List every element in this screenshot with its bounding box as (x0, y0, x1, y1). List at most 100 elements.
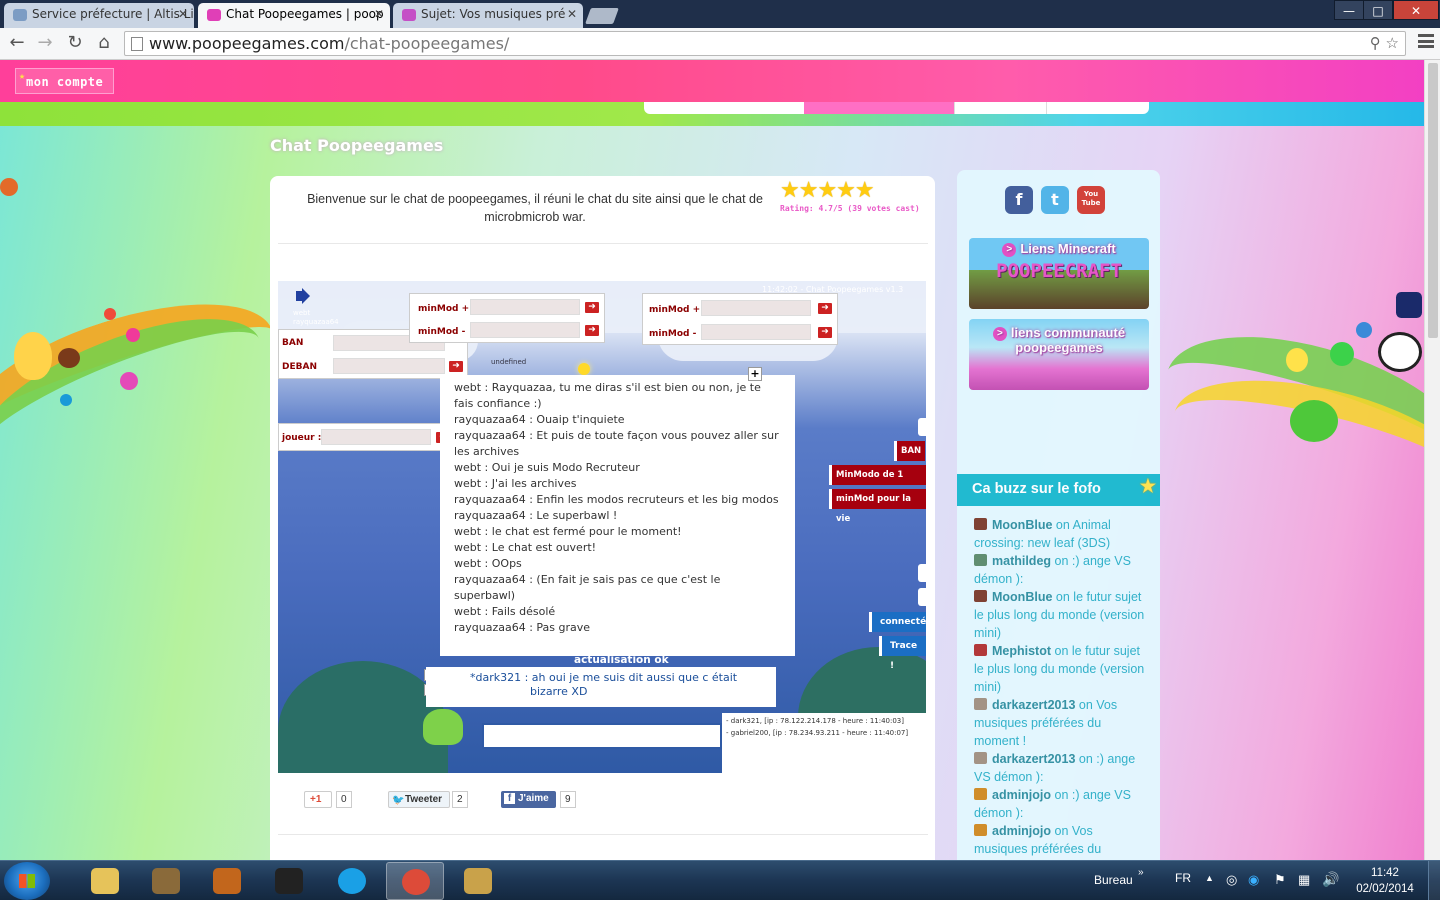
taskbar-app-explorer[interactable] (76, 862, 134, 900)
site-nav (644, 102, 1149, 114)
poopeecraft-logo: POOPEECRAFT (996, 260, 1122, 282)
minmod-plus-go-button[interactable]: ➜ (585, 302, 599, 313)
tab-chat-poopeegames[interactable]: Chat Poopeegames | poop ✕ (198, 3, 390, 28)
buzz-item[interactable]: mathildeg on :) ange VS démon ): (974, 552, 1146, 588)
chat-message: rayquazaa64 : Et puis de toute façon vou… (454, 429, 779, 458)
taskbar-app-skype[interactable] (323, 862, 381, 900)
reload-icon[interactable]: ↻ (64, 32, 86, 54)
network-icon[interactable]: ▦ (1298, 872, 1310, 888)
youtube-icon[interactable]: You Tube (1077, 186, 1105, 214)
bureau-toolbar[interactable]: Bureau (1094, 873, 1133, 887)
buzz-user[interactable]: adminjojo (992, 788, 1051, 802)
joueur-input[interactable] (321, 429, 431, 445)
maximize-button[interactable]: □ (1363, 0, 1393, 20)
deban-go-button[interactable]: ➜ (449, 361, 463, 372)
rating-stars-icon[interactable]: ★★★★★ (780, 178, 930, 203)
rating-widget[interactable]: ★★★★★ Rating: 4.7/5 (39 votes cast) (780, 178, 930, 213)
close-window-button[interactable]: ✕ (1393, 0, 1439, 20)
tray-app-icon[interactable]: ◉ (1248, 872, 1259, 888)
start-button[interactable] (4, 862, 50, 900)
tray-app-icon[interactable]: ◎ (1226, 872, 1237, 888)
intro-text: Bienvenue sur le chat de poopeegames, il… (307, 192, 763, 224)
minmod-minus-input[interactable] (701, 324, 811, 340)
side-tab[interactable] (918, 564, 926, 582)
taskbar-app-arma[interactable] (260, 862, 318, 900)
minmod-minus-input[interactable] (470, 322, 580, 338)
tweet-button[interactable]: 🐦 Tweeter (388, 791, 450, 808)
user-avatar-icon (974, 590, 987, 602)
forward-icon[interactable]: → (34, 32, 56, 54)
taskbar-app-swtor[interactable] (198, 862, 256, 900)
gplus-button[interactable]: +1 (304, 791, 332, 808)
minmod-vie-button[interactable]: minMod pour la vie (829, 489, 926, 524)
volume-icon[interactable]: 🔊 (1322, 871, 1339, 888)
minmod-minus-go-button[interactable]: ➜ (585, 325, 599, 336)
twitter-icon[interactable]: t (1041, 186, 1069, 214)
ban-side-button[interactable]: BAN (894, 441, 926, 461)
trace-button[interactable]: Trace ! (879, 636, 926, 671)
minmod-plus-go-button[interactable]: ➜ (818, 303, 832, 314)
buzz-item[interactable]: adminjojo on Vos musiques préférées du m… (974, 822, 1146, 860)
buzz-item[interactable]: MoonBlue on Animal crossing: new leaf (3… (974, 516, 1146, 552)
buzz-item[interactable]: darkazert2013 on :) ange VS démon ): (974, 750, 1146, 786)
buzz-user[interactable]: MoonBlue (992, 518, 1052, 532)
buzz-user[interactable]: MoonBlue (992, 590, 1052, 604)
tab-title: Service préfecture | Altis Li (32, 7, 194, 21)
back-icon[interactable]: ← (6, 32, 28, 54)
taskbar-app-tools[interactable] (449, 862, 507, 900)
tab-close-icon[interactable]: ✕ (178, 7, 188, 21)
buzz-item[interactable]: adminjojo on :) ange VS démon ): (974, 786, 1146, 822)
minmod-plus-input[interactable] (701, 300, 811, 316)
nav-tab[interactable] (954, 102, 1046, 114)
buzz-item[interactable]: darkazert2013 on Vos musiques préférées … (974, 696, 1146, 750)
buzz-item[interactable]: Mephistot on le futur sujet le plus long… (974, 642, 1146, 696)
menu-icon[interactable] (1418, 34, 1434, 48)
expand-plus-button[interactable]: + (748, 367, 762, 381)
bookmark-star-icon[interactable]: ☆ (1386, 34, 1399, 52)
community-links-banner[interactable]: > liens communauté poopeegames (969, 319, 1149, 390)
show-desktop-button[interactable] (1428, 861, 1440, 900)
minmod-plus-input[interactable] (470, 299, 580, 315)
tab-close-icon[interactable]: ✕ (374, 7, 384, 21)
buzz-user[interactable]: darkazert2013 (992, 698, 1075, 712)
address-bar[interactable]: www.poopeegames.com/chat-poopeegames/ ⚲ … (124, 31, 1406, 56)
search-icon[interactable]: ⚲ (1370, 34, 1381, 52)
side-tab[interactable] (918, 588, 926, 606)
minmodo-1-jour-button[interactable]: MinModo de 1 jour (829, 465, 926, 500)
page-scrollbar[interactable] (1424, 60, 1440, 860)
buzz-user[interactable]: darkazert2013 (992, 752, 1075, 766)
chat-log[interactable]: webt : Rayquazaa, tu me diras s'il est b… (440, 375, 795, 656)
home-icon[interactable]: ⌂ (93, 32, 115, 54)
decor-ball-icon (1286, 348, 1308, 372)
facebook-icon[interactable]: f (1005, 186, 1033, 214)
tab-service-prefecture[interactable]: Service préfecture | Altis Li ✕ (4, 3, 194, 28)
toolbar-chevron-icon[interactable]: » (1138, 867, 1144, 878)
account-button[interactable]: ★ mon compte (15, 68, 114, 94)
language-indicator[interactable]: FR (1175, 871, 1191, 885)
connectes-button[interactable]: connectés (869, 612, 926, 632)
nav-tab-active[interactable] (804, 102, 954, 114)
side-tab[interactable] (918, 418, 926, 436)
fb-like-button[interactable]: f J'aime (501, 791, 556, 808)
buzz-user[interactable]: Mephistot (992, 644, 1051, 658)
message-input[interactable] (482, 723, 722, 749)
tab-close-icon[interactable]: ✕ (567, 7, 577, 21)
minimize-button[interactable]: — (1334, 0, 1364, 20)
buzz-item[interactable]: MoonBlue on le futur sujet le plus long … (974, 588, 1146, 642)
nav-tab[interactable] (1046, 102, 1149, 114)
taskbar-app-chrome[interactable] (386, 862, 444, 900)
minecraft-links-banner[interactable]: > Liens Minecraft POOPEECRAFT (969, 238, 1149, 309)
new-tab-button[interactable] (585, 8, 619, 24)
minmod-minus-go-button[interactable]: ➜ (818, 327, 832, 338)
tab-vos-musiques[interactable]: Sujet: Vos musiques pré ✕ (393, 3, 583, 28)
scrollbar-thumb[interactable] (1428, 63, 1438, 338)
tray-expand-icon[interactable]: ▲ (1205, 873, 1214, 883)
tab-title: Chat Poopeegames | poop (226, 7, 384, 21)
buzz-user[interactable]: adminjojo (992, 824, 1051, 838)
sound-icon[interactable] (296, 291, 305, 301)
tray-clock[interactable]: 11:42 02/02/2014 (1350, 865, 1420, 897)
buzz-user[interactable]: mathildeg (992, 554, 1051, 568)
action-center-flag-icon[interactable]: ⚑ (1274, 872, 1286, 888)
deban-input[interactable] (333, 358, 445, 374)
taskbar-app-hearthstone[interactable] (137, 862, 195, 900)
